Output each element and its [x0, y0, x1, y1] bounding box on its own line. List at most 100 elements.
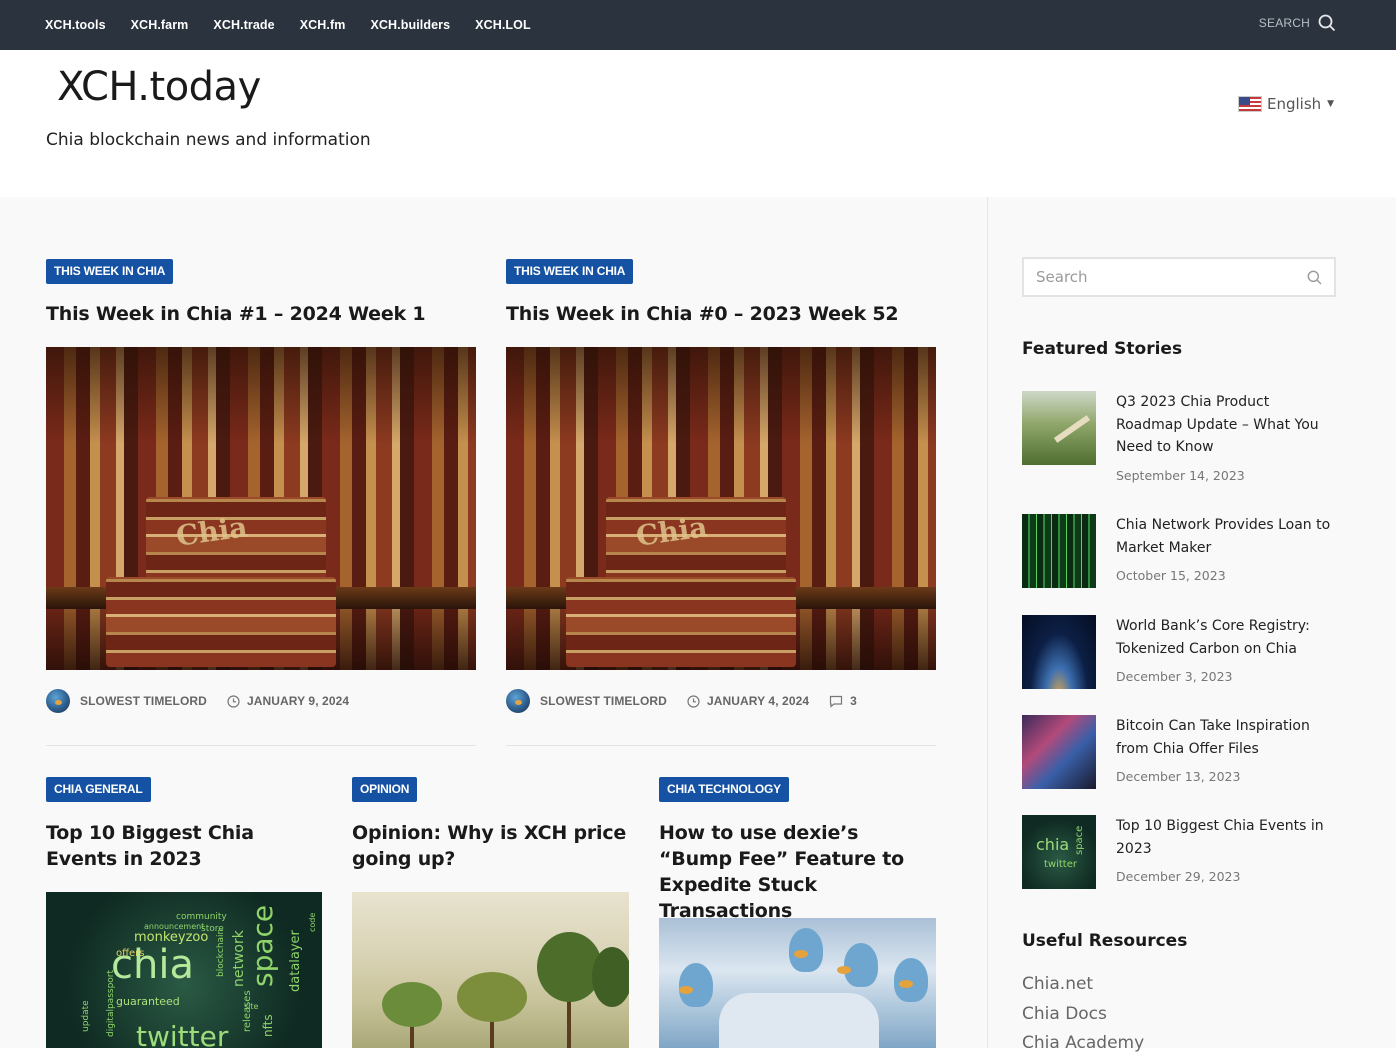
post-date[interactable]: JANUARY 4, 2024	[707, 694, 809, 708]
duck-beak-graphic	[679, 986, 693, 994]
featured-story[interactable]: Bitcoin Can Take Inspiration from Chia O…	[1022, 715, 1342, 795]
featured-story-title[interactable]: Q3 2023 Chia Product Roadmap Update – Wh…	[1116, 391, 1338, 459]
us-flag-icon	[1238, 96, 1262, 112]
search-icon	[1318, 14, 1336, 32]
wordcloud-word: releases	[242, 990, 253, 1032]
featured-story-title[interactable]: Top 10 Biggest Chia Events in 2023	[1116, 815, 1338, 860]
post-title[interactable]: Top 10 Biggest Chia Events in 2023	[46, 820, 322, 872]
post-category-badge[interactable]: THIS WEEK IN CHIA	[506, 259, 634, 284]
resource-link-chia-docs[interactable]: Chia Docs	[1022, 1004, 1107, 1024]
post-thumbnail-wordcloud[interactable]: chia space twitter monkeyzoo network dat…	[46, 892, 322, 1048]
top-bar: XCH.tools XCH.farm XCH.trade XCH.fm XCH.…	[0, 0, 1396, 50]
tree-graphic	[592, 947, 629, 1007]
duck-graphic	[844, 943, 878, 987]
featured-story-date: December 29, 2023	[1116, 869, 1241, 884]
post-title[interactable]: This Week in Chia #1 – 2024 Week 1	[46, 301, 476, 327]
wordcloud-word: network	[231, 930, 247, 987]
post-thumbnail-landscape[interactable]	[352, 892, 629, 1048]
wordcloud-word: datalayer	[288, 930, 303, 992]
wordcloud-word: store	[201, 924, 224, 934]
featured-story-thumbnail[interactable]	[1022, 615, 1096, 689]
resource-link-chia-academy[interactable]: Chia Academy	[1022, 1033, 1144, 1053]
top-nav-link-xch-lol[interactable]: XCH.LOL	[475, 18, 531, 32]
wordcloud-word: nfts	[261, 1014, 275, 1037]
wordcloud-word: update	[81, 1000, 91, 1032]
post-thumbnail-ducks[interactable]	[659, 918, 936, 1048]
wordcloud-word: chia	[1036, 835, 1070, 854]
top-nav-link-xch-tools[interactable]: XCH.tools	[45, 18, 106, 32]
featured-story-date: October 15, 2023	[1116, 568, 1226, 583]
wordcloud-word: digitalpassport	[106, 969, 116, 1037]
featured-stories-heading: Featured Stories	[1022, 339, 1183, 359]
sidebar-search	[1022, 257, 1336, 297]
post-title[interactable]: How to use dexie’s “Bump Fee” Feature to…	[659, 820, 936, 924]
post-comment-count[interactable]: 3	[850, 694, 857, 708]
avatar[interactable]	[506, 689, 530, 713]
top-search-button[interactable]: SEARCH	[1259, 14, 1336, 32]
featured-story-thumbnail[interactable]: chia space twitter	[1022, 815, 1096, 889]
top-nav-link-xch-farm[interactable]: XCH.farm	[131, 18, 189, 32]
post-category-badge[interactable]: OPINION	[352, 777, 418, 802]
wordcloud-word: announcement	[144, 922, 205, 931]
post-author[interactable]: SLOWEST TIMELORD	[540, 694, 667, 708]
featured-story[interactable]: Q3 2023 Chia Product Roadmap Update – Wh…	[1022, 391, 1342, 491]
top-nav: XCH.tools XCH.farm XCH.trade XCH.fm XCH.…	[45, 0, 556, 50]
clock-icon	[687, 694, 700, 708]
post-thumbnail-books[interactable]: Chia	[46, 347, 476, 670]
featured-story[interactable]: Chia Network Provides Loan to Market Mak…	[1022, 514, 1342, 594]
divider	[46, 745, 476, 746]
post-author[interactable]: SLOWEST TIMELORD	[80, 694, 207, 708]
duck-beak-graphic	[794, 950, 808, 958]
duck-beak-graphic	[899, 980, 913, 988]
featured-story-thumbnail[interactable]	[1022, 514, 1096, 588]
post-title[interactable]: Opinion: Why is XCH price going up?	[352, 820, 629, 872]
clock-icon	[227, 694, 240, 708]
post-meta: SLOWEST TIMELORD JANUARY 9, 2024	[46, 689, 349, 713]
post-meta: SLOWEST TIMELORD JANUARY 4, 2024 3	[506, 689, 857, 713]
tree-graphic	[457, 972, 527, 1022]
featured-story[interactable]: World Bank’s Core Registry: Tokenized Ca…	[1022, 615, 1342, 695]
post-thumbnail-books[interactable]: Chia	[506, 347, 936, 670]
caret-down-icon: ▼	[1327, 99, 1335, 109]
post-category-badge[interactable]: CHIA TECHNOLOGY	[659, 777, 789, 802]
wordcloud-word: blockchain	[216, 928, 226, 977]
post-category-badge[interactable]: THIS WEEK IN CHIA	[46, 259, 174, 284]
top-nav-link-xch-trade[interactable]: XCH.trade	[213, 18, 274, 32]
duck-graphic	[789, 928, 823, 972]
wordcloud-word: offers	[116, 948, 145, 959]
featured-story-title[interactable]: Chia Network Provides Loan to Market Mak…	[1116, 514, 1338, 559]
site-logo[interactable]: XCH.today	[57, 64, 261, 110]
tree-graphic	[382, 982, 442, 1027]
featured-story-title[interactable]: World Bank’s Core Registry: Tokenized Ca…	[1116, 615, 1338, 660]
wordcloud-word: space	[1074, 825, 1085, 855]
featured-story-thumbnail[interactable]	[1022, 391, 1096, 465]
search-icon[interactable]	[1307, 270, 1322, 285]
language-selector[interactable]: English ▼	[1238, 95, 1334, 113]
featured-story-thumbnail[interactable]	[1022, 715, 1096, 789]
snow-car-graphic	[719, 993, 879, 1048]
avatar[interactable]	[46, 689, 70, 713]
duck-graphic	[894, 958, 928, 1002]
post-title[interactable]: This Week in Chia #0 – 2023 Week 52	[506, 301, 936, 327]
wordcloud-word: space	[246, 904, 279, 987]
top-nav-link-xch-fm[interactable]: XCH.fm	[300, 18, 346, 32]
wordcloud-word: twitter	[136, 1020, 229, 1048]
wordcloud-word: code	[308, 912, 317, 932]
post-date[interactable]: JANUARY 9, 2024	[247, 694, 349, 708]
featured-story-title[interactable]: Bitcoin Can Take Inspiration from Chia O…	[1116, 715, 1338, 760]
top-search-label: SEARCH	[1258, 16, 1310, 30]
comment-icon	[830, 695, 843, 708]
language-label: English	[1267, 95, 1322, 113]
site-tagline: Chia blockchain news and information	[46, 130, 371, 150]
wordcloud-word: monkeyzoo	[134, 930, 209, 945]
top-nav-link-xch-builders[interactable]: XCH.builders	[370, 18, 450, 32]
resource-link-chia-net[interactable]: Chia.net	[1022, 974, 1093, 994]
featured-story[interactable]: chia space twitter Top 10 Biggest Chia E…	[1022, 815, 1342, 895]
featured-story-date: December 3, 2023	[1116, 669, 1233, 684]
featured-story-date: September 14, 2023	[1116, 468, 1245, 483]
sidebar-search-input[interactable]	[1024, 259, 1284, 295]
book-stack-graphic	[566, 577, 796, 667]
wordcloud-word: twitter	[1044, 859, 1077, 870]
divider	[506, 745, 936, 746]
post-category-badge[interactable]: CHIA GENERAL	[46, 777, 151, 802]
